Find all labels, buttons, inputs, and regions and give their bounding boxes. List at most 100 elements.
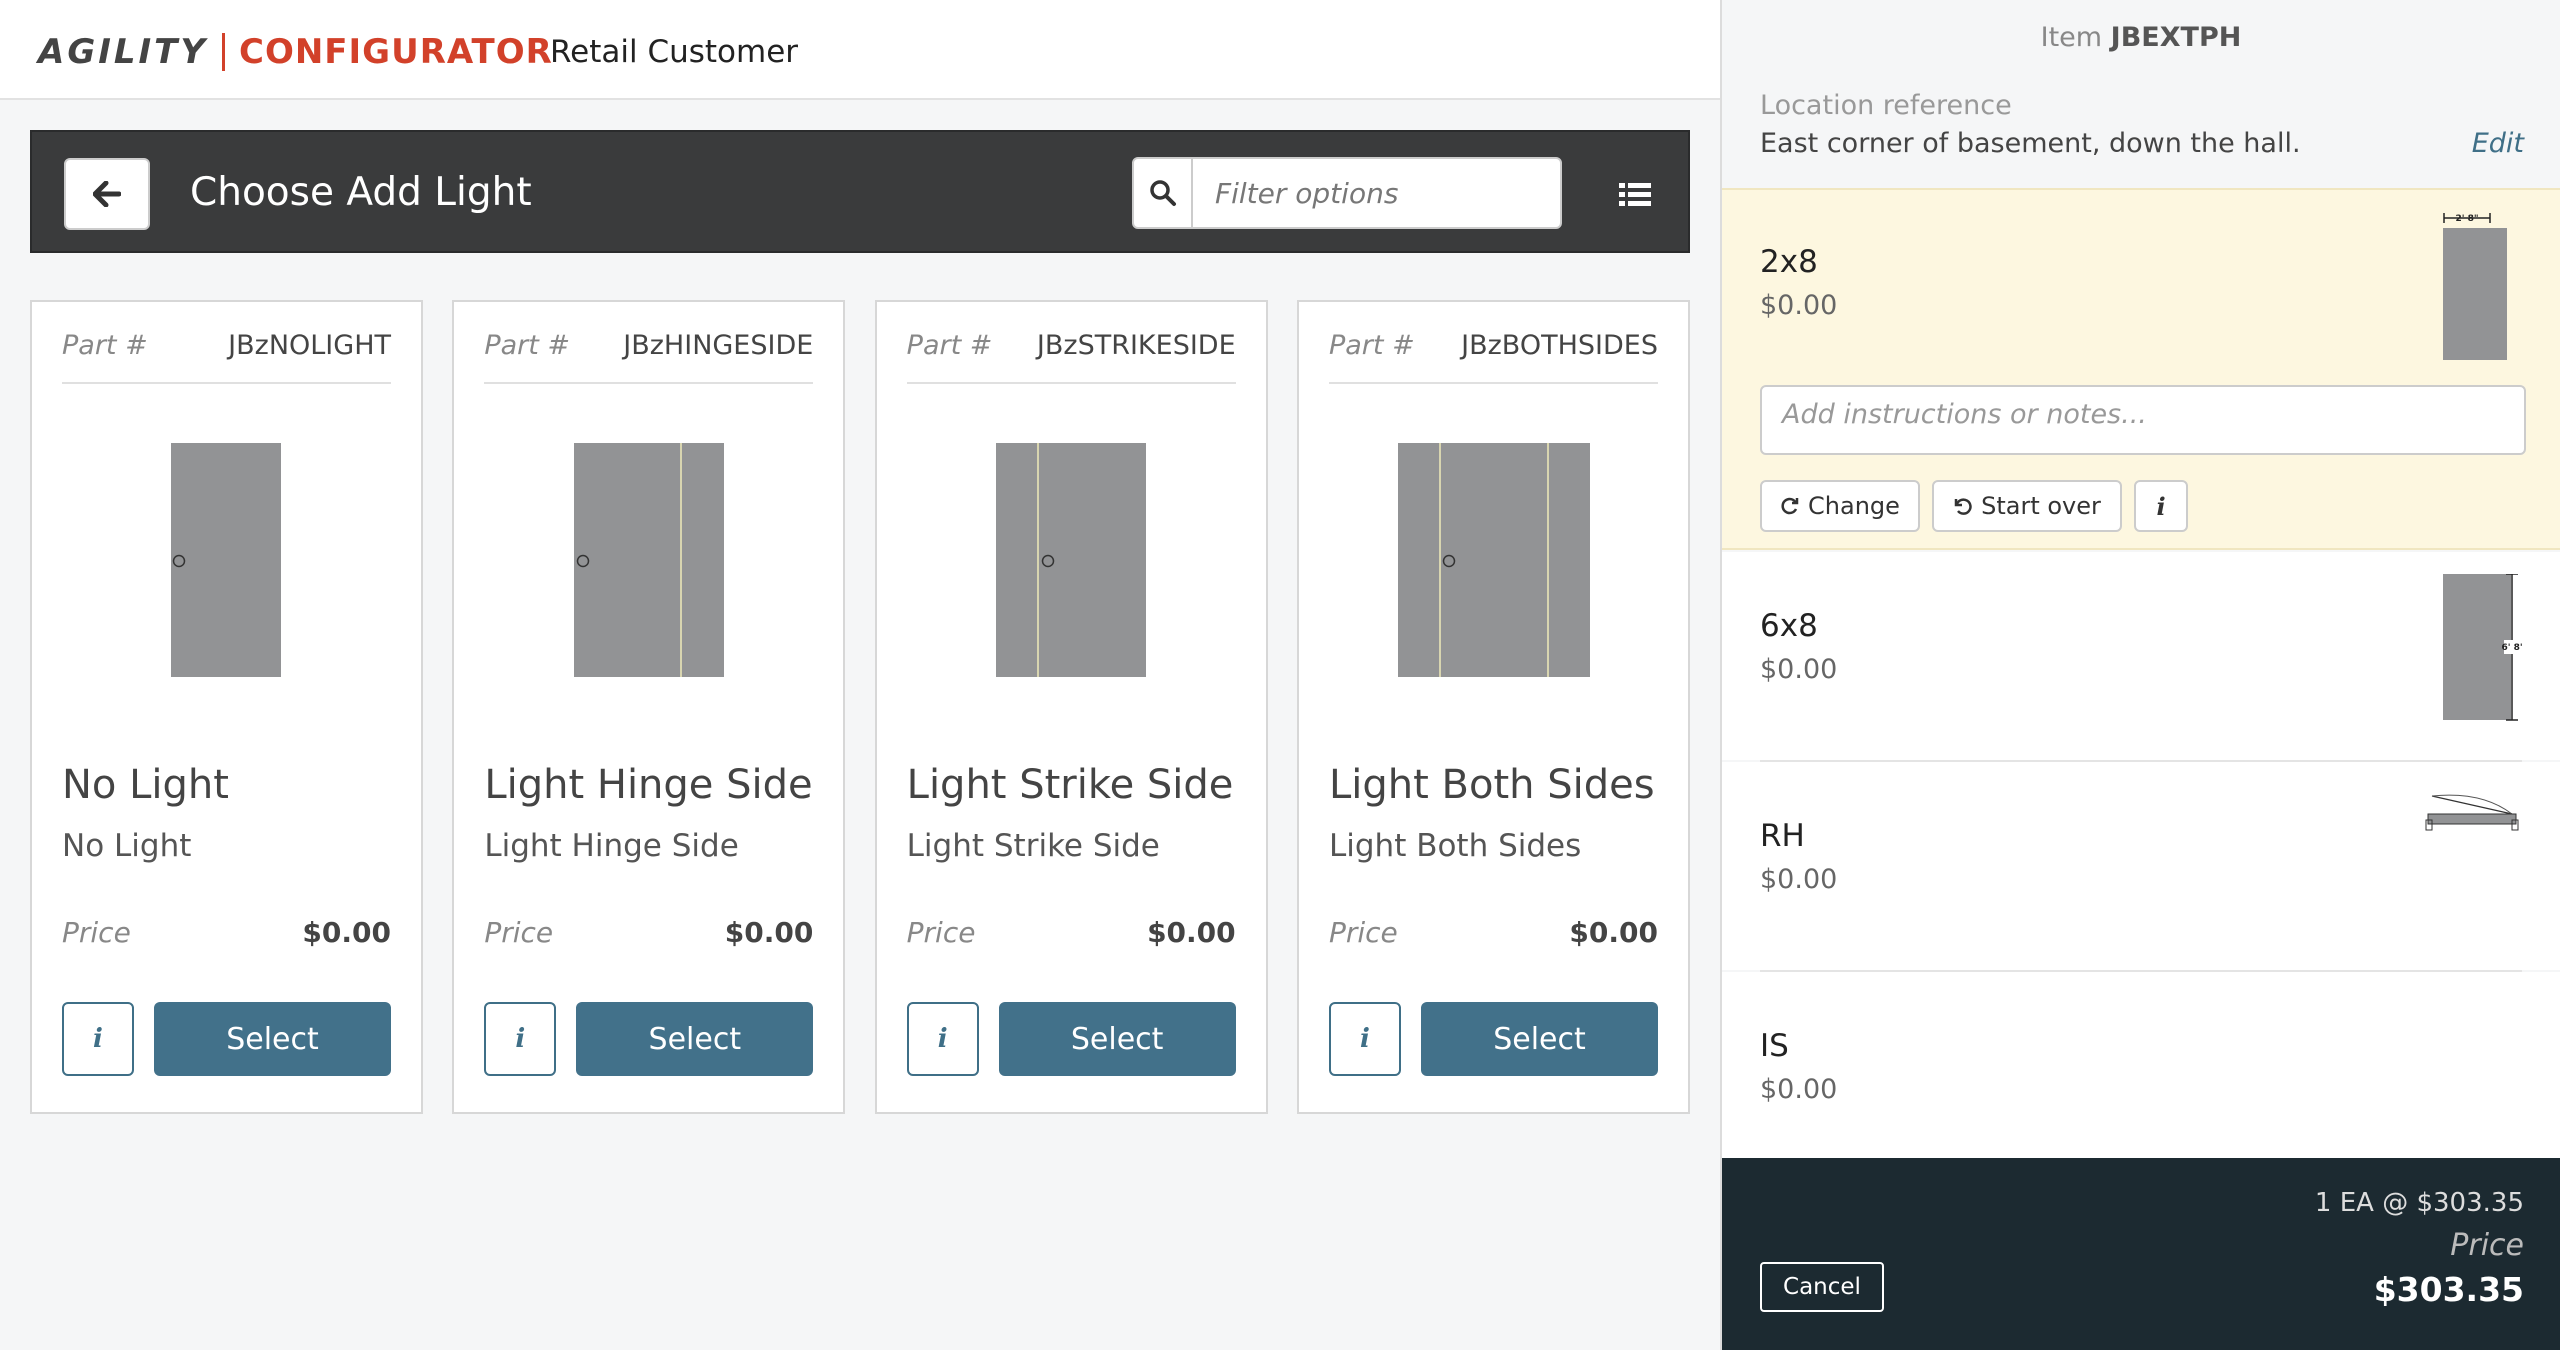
option-row-rh[interactable]: RH $0.00 <box>1722 762 2560 970</box>
option-name: IS <box>1760 1028 1789 1064</box>
card-title: Light Hinge Side <box>484 762 813 808</box>
price-label: Price <box>484 916 554 949</box>
cancel-button[interactable]: Cancel <box>1760 1262 1884 1312</box>
price-footer: 1 EA @ $303.35 Price $303.35 Cancel <box>1722 1158 2560 1350</box>
logo-separator <box>222 33 225 71</box>
part-label: Part # <box>906 330 993 361</box>
edit-location-link[interactable]: Edit <box>2472 128 2524 159</box>
start-over-label: Start over <box>1981 492 2101 520</box>
price-label: Price <box>1328 916 1398 949</box>
door-width-thumbnail: 2' 8" <box>2443 213 2507 360</box>
card-title: No Light <box>62 762 229 808</box>
options-toolbar: Choose Add Light <box>30 130 1690 253</box>
part-number: JBzNOLIGHT <box>228 330 391 361</box>
door-height-thumbnail: 6' 8" <box>2443 574 2522 721</box>
arrow-left-icon <box>93 181 121 207</box>
item-header: Item JBEXTPH <box>1722 22 2560 53</box>
change-button[interactable]: Change <box>1760 480 1920 532</box>
app-logo: AGILITY CONFIGURATOR <box>38 30 553 74</box>
total-price: $303.35 <box>2373 1270 2524 1309</box>
option-price: $0.00 <box>1760 864 1838 895</box>
part-label: Part # <box>1328 330 1415 361</box>
option-card-strike-side: Part # JBzSTRIKESIDE Light Strike Side L… <box>874 300 1268 1114</box>
option-card-hinge-side: Part # JBzHINGESIDE Light Hinge Side Lig… <box>452 300 846 1114</box>
customer-name: Retail Customer <box>550 34 799 70</box>
card-subtitle: No Light <box>62 828 192 864</box>
door-hinge-side-image <box>454 437 843 687</box>
price-row: Price $0.00 <box>484 916 813 949</box>
location-value: East corner of basement, down the hall. <box>1760 128 2301 159</box>
price-label: Price <box>906 916 976 949</box>
card-title: Light Both Sides <box>1328 762 1655 808</box>
list-icon <box>1619 183 1651 206</box>
card-title: Light Strike Side <box>906 762 1234 808</box>
logo-agility: AGILITY <box>38 32 208 72</box>
search-button[interactable] <box>1134 159 1193 227</box>
change-label: Change <box>1808 492 1900 520</box>
option-card-both-sides: Part # JBzBOTHSIDES Light Both Sides Lig… <box>1296 300 1690 1114</box>
item-code: JBEXTPH <box>2110 22 2242 53</box>
option-name: RH <box>1760 818 1805 854</box>
footer-price-label: Price <box>2450 1228 2524 1263</box>
select-button[interactable]: Select <box>154 1002 391 1076</box>
select-button[interactable]: Select <box>1420 1002 1658 1076</box>
option-name: 6x8 <box>1760 608 1818 644</box>
part-row: Part # JBzNOLIGHT <box>62 330 391 384</box>
info-button[interactable]: i <box>62 1002 134 1076</box>
option-row-6x8[interactable]: 6x8 $0.00 6' 8" <box>1722 552 2560 760</box>
door-both-sides-image <box>1299 437 1688 687</box>
top-bar: AGILITY CONFIGURATOR Retail Customer <box>0 0 1720 100</box>
card-subtitle: Light Strike Side <box>906 828 1160 864</box>
info-button[interactable]: i <box>484 1002 557 1076</box>
start-over-button[interactable]: Start over <box>1932 480 2122 532</box>
notes-input[interactable] <box>1760 385 2526 455</box>
card-subtitle: Light Hinge Side <box>484 828 739 864</box>
option-price: $0.00 <box>1760 1074 1838 1105</box>
part-label: Part # <box>62 330 148 361</box>
filter-input[interactable] <box>1193 159 1560 227</box>
part-row: Part # JBzHINGESIDE <box>484 330 814 384</box>
location-label: Location reference <box>1760 90 2012 121</box>
part-label: Part # <box>484 330 571 361</box>
option-row-is[interactable]: IS $0.00 <box>1722 972 2560 1158</box>
list-view-button[interactable] <box>1610 170 1660 220</box>
door-swing-thumbnail <box>2425 794 2519 831</box>
item-label: Item <box>2040 22 2103 53</box>
card-subtitle: Light Both Sides <box>1328 828 1582 864</box>
option-card-no-light: Part # JBzNOLIGHT No Light No Light Pric… <box>30 300 423 1114</box>
option-price: $0.00 <box>1760 290 1838 321</box>
info-button[interactable]: i <box>1328 1002 1401 1076</box>
price-value: $0.00 <box>724 916 814 949</box>
info-button[interactable]: i <box>906 1002 979 1076</box>
part-row: Part # JBzSTRIKESIDE <box>906 330 1236 384</box>
option-name: 2x8 <box>1760 244 1818 280</box>
active-option-2x8[interactable]: 2x8 $0.00 2' 8" Change Start over i <box>1722 188 2560 550</box>
select-button[interactable]: Select <box>998 1002 1236 1076</box>
price-value: $0.00 <box>1147 916 1236 949</box>
undo-icon <box>1954 498 1972 515</box>
quantity-line: 1 EA @ $303.35 <box>2314 1188 2524 1218</box>
part-number: JBzSTRIKESIDE <box>1036 330 1236 361</box>
price-value: $0.00 <box>1569 916 1658 949</box>
filter-box <box>1132 157 1562 229</box>
price-label: Price <box>62 916 131 949</box>
part-row: Part # JBzBOTHSIDES <box>1328 330 1658 384</box>
select-button[interactable]: Select <box>576 1002 814 1076</box>
price-row: Price $0.00 <box>1329 916 1658 949</box>
height-dimension-label: 6' 8" <box>2501 643 2522 653</box>
part-number: JBzHINGESIDE <box>623 330 814 361</box>
price-row: Price $0.00 <box>907 916 1236 949</box>
refresh-icon <box>1781 497 1799 515</box>
item-summary-panel: Item JBEXTPH Location reference East cor… <box>1720 0 2560 1350</box>
door-strike-side-image <box>877 437 1266 687</box>
option-cards: Part # JBzNOLIGHT No Light No Light Pric… <box>30 300 1690 1114</box>
price-value: $0.00 <box>302 916 391 949</box>
search-icon <box>1149 180 1176 206</box>
back-button[interactable] <box>64 158 150 230</box>
option-info-button[interactable]: i <box>2134 480 2188 532</box>
logo-configurator: CONFIGURATOR <box>239 32 553 72</box>
width-dimension-label: 2' 8" <box>2455 214 2478 224</box>
option-price: $0.00 <box>1760 654 1838 685</box>
part-number: JBzBOTHSIDES <box>1461 330 1658 361</box>
price-row: Price $0.00 <box>62 916 391 949</box>
